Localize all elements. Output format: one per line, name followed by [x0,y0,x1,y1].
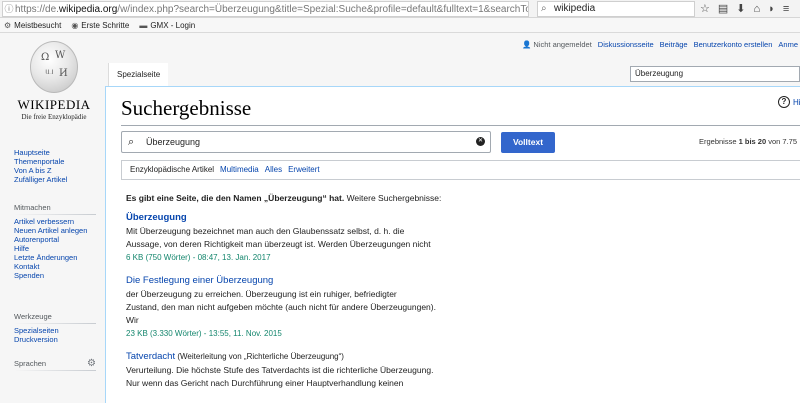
sidebar-item-artikel-verbessern[interactable]: Artikel verbessern [14,217,96,226]
title-divider [121,125,800,126]
link-anmelden[interactable]: Anme [778,40,798,49]
result-snippet-line: Verurteilung. Die höchste Stufe des Tatv… [126,365,434,375]
search-icon: ⌕ [128,136,135,148]
sidebar-item-letzte-aenderungen[interactable]: Letzte Änderungen [14,253,96,262]
search-result: Die Festlegung einer Überzeugung der Übe… [126,274,546,340]
sidebar-item-von-a-bis-z[interactable]: Von A bis Z [14,166,67,175]
sidebar-divider [14,214,96,215]
sidebar-heading-sprachen: Sprachen ⚙ [14,358,96,370]
help-icon: ? [778,96,790,108]
result-snippet-line: Aussage, von deren Richtigkeit man überz… [126,239,431,249]
result-snippet-line: der Überzeugung zu erreichen. Überzeugun… [126,289,397,299]
header-search-input[interactable]: Überzeugung [630,66,800,82]
result-title-link[interactable]: Die Festlegung einer Überzeugung [126,274,546,288]
result-title-link[interactable]: Überzeugung [126,211,546,225]
sidebar-item-kontakt[interactable]: Kontakt [14,262,96,271]
sidebar-item-neuen-artikel[interactable]: Neuen Artikel anlegen [14,226,96,235]
sidebar-divider [14,370,96,371]
main-content: Suchergebnisse ? Hi ⌕ Überzeugung ✕ Vollt… [105,86,800,403]
result-snippet-line: Zustand, den man nicht aufgeben möchte (… [126,302,436,312]
pocket-icon[interactable]: ◗ [768,1,775,17]
sidebar-item-spenden[interactable]: Spenden [14,271,96,280]
wikipedia-wordmark: Wikipedia [17,97,91,112]
info-icon[interactable]: ⓘ [3,2,15,16]
tab-enzyklopaedische-artikel[interactable]: Enzyklopädische Artikel [130,161,214,179]
sidebar-item-zufaelliger-artikel[interactable]: Zufälliger Artikel [14,175,67,184]
sidebar-mitmachen: Mitmachen Artikel verbessern Neuen Artik… [14,202,96,280]
result-snippet-line: Nur wenn das Gericht nach Durchführung e… [126,378,404,388]
url-prefix: https://de. [15,4,59,15]
tab-spezialseite[interactable]: Spezialseite [108,63,169,86]
search-profile-tabs: Enzyklopädische Artikel Multimedia Alles… [121,160,800,180]
settings-gear-icon[interactable]: ⚙ [87,358,96,370]
sidebar-item-hauptseite[interactable]: Hauptseite [14,148,67,157]
bookmark-erste-schritte[interactable]: ◉ Erste Schritte [71,18,129,32]
sidebar-divider [14,323,96,324]
search-result: Tatverdacht (Weiterleitung von „Richterl… [126,350,546,390]
address-bar[interactable]: ⓘ https://de.wikipedia.org/w/index.php?se… [2,1,529,17]
reading-list-icon[interactable]: ▤ [718,1,728,17]
home-icon[interactable]: ⌂ [754,1,761,17]
bookmark-meistbesucht[interactable]: ⚙ Meistbesucht [4,18,61,32]
bookmarks-bar: ⚙ Meistbesucht ◉ Erste Schritte ▬ GMX - Log… [0,18,800,33]
sidebar-sprachen: Sprachen ⚙ [14,358,96,373]
result-count: Ergebnisse 1 bis 20 von 7.75 [699,137,797,146]
browser-search-input[interactable]: ⌕ wikipedia [537,1,695,17]
page-title: Suchergebnisse [121,96,252,120]
gmx-icon: ▬ [139,20,148,30]
wikipedia-logo[interactable]: ΩW யИ Wikipedia Die freie Enzyklopädie [14,41,94,133]
toolbar-icons: ☆ ▤ ⬇ ⌂ ◗ ≡ [700,1,789,17]
tab-multimedia[interactable]: Multimedia [220,161,259,179]
sidebar-item-hilfe[interactable]: Hilfe [14,244,96,253]
search-input[interactable]: ⌕ Überzeugung ✕ [121,131,491,153]
clear-icon[interactable]: ✕ [476,137,485,146]
tab-alles[interactable]: Alles [265,161,282,179]
search-input-value: Überzeugung [146,137,201,147]
gear-icon: ⚙ [4,20,12,30]
sidebar-werkzeuge: Werkzeuge Spezialseiten Druckversion [14,311,96,344]
sidebar-heading-mitmachen: Mitmachen [14,203,51,212]
user-icon-not-logged-in: 👤 Nicht angemeldet [521,40,592,49]
search-results: Es gibt eine Seite, die den Namen „Überz… [126,193,546,400]
personal-tools: 👤 Nicht angemeldet Diskussionsseite Beit… [522,40,798,49]
link-diskussionsseite[interactable]: Diskussionsseite [598,40,654,49]
url-host: wikipedia.org [58,4,118,15]
puzzle-globe-icon: ΩW யИ [30,41,78,93]
browser-toolbar: ⓘ https://de.wikipedia.org/w/index.php?se… [0,0,800,18]
search-icon: ⌕ [541,3,547,14]
wikipedia-tagline: Die freie Enzyklopädie [21,113,87,121]
sidebar-item-themenportale[interactable]: Themenportale [14,157,67,166]
firefox-icon: ◉ [71,20,79,30]
redirect-note: (Weiterleitung von „Richterliche Überzeu… [175,352,344,361]
sidebar-item-autorenportal[interactable]: Autorenportal [14,235,96,244]
result-title-link[interactable]: Tatverdacht (Weiterleitung von „Richterl… [126,350,546,364]
volltext-search-button[interactable]: Volltext [501,132,555,153]
bookmark-gmx-login[interactable]: ▬ GMX - Login [139,18,195,32]
sidebar-item-druckversion[interactable]: Druckversion [14,335,96,344]
bookmark-star-icon[interactable]: ☆ [700,1,710,17]
result-meta: 6 KB (750 Wörter) - 08:47, 13. Jan. 2017 [126,253,271,262]
url-path: /w/index.php?search=Überzeugung&title=Sp… [117,4,529,15]
download-icon[interactable]: ⬇ [736,1,745,17]
sidebar-heading-werkzeuge: Werkzeuge [14,312,52,321]
wikipedia-page: ΩW யИ Wikipedia Die freie Enzyklopädie H… [0,33,800,403]
search-result: Überzeugung Mit Überzeugung bezeichnet m… [126,211,546,264]
result-meta: 23 KB (3.330 Wörter) - 13:55, 11. Nov. 2… [126,329,282,338]
sidebar-item-spezialseiten[interactable]: Spezialseiten [14,326,96,335]
result-snippet-line: Mit Überzeugung bezeichnet man auch den … [126,226,405,236]
browser-search-value: wikipedia [554,3,596,14]
help-link[interactable]: ? Hi [778,96,800,108]
exact-match-notice: Es gibt eine Seite, die den Namen „Überz… [126,193,442,203]
result-snippet-line: Wir [126,315,139,325]
menu-icon[interactable]: ≡ [783,1,789,17]
sprachen-label: Sprachen [14,359,47,368]
link-benutzerkonto-erstellen[interactable]: Benutzerkonto erstellen [694,40,773,49]
link-beitraege[interactable]: Beiträge [660,40,688,49]
sidebar-navigation: Hauptseite Themenportale Von A bis Z Zuf… [14,148,67,184]
tab-erweitert[interactable]: Erweitert [288,161,320,179]
